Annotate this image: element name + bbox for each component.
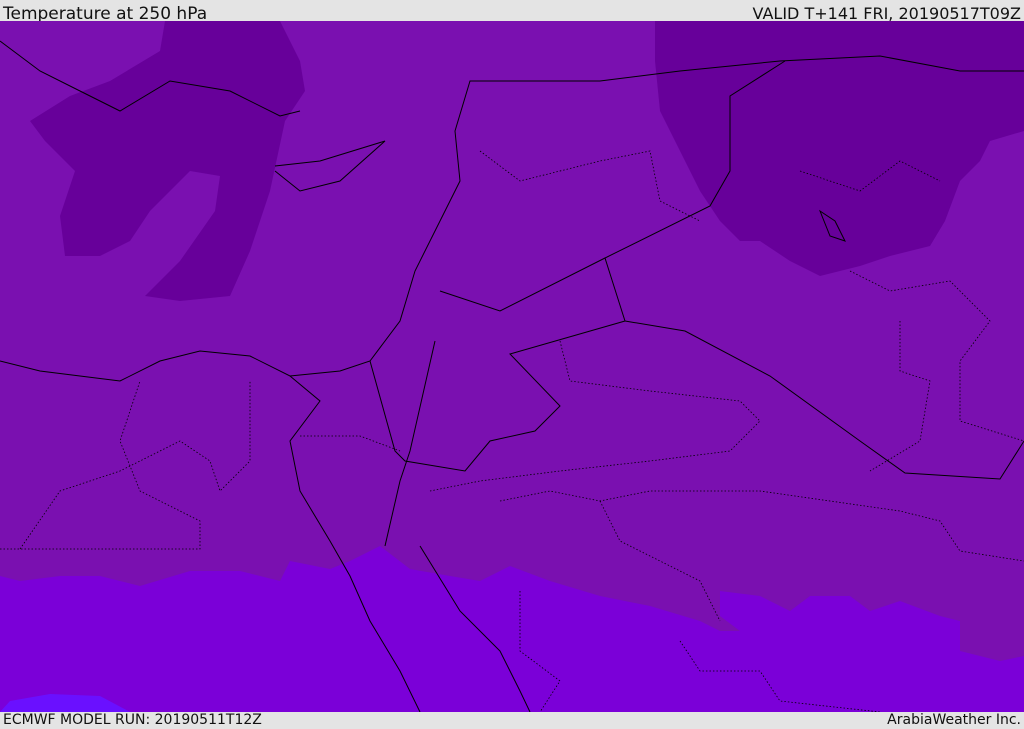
temperature-map[interactable] (0, 21, 1024, 712)
credit-label: ArabiaWeather Inc. (887, 712, 1021, 728)
model-run-label: ECMWF MODEL RUN: 20190511T12Z (3, 712, 262, 728)
